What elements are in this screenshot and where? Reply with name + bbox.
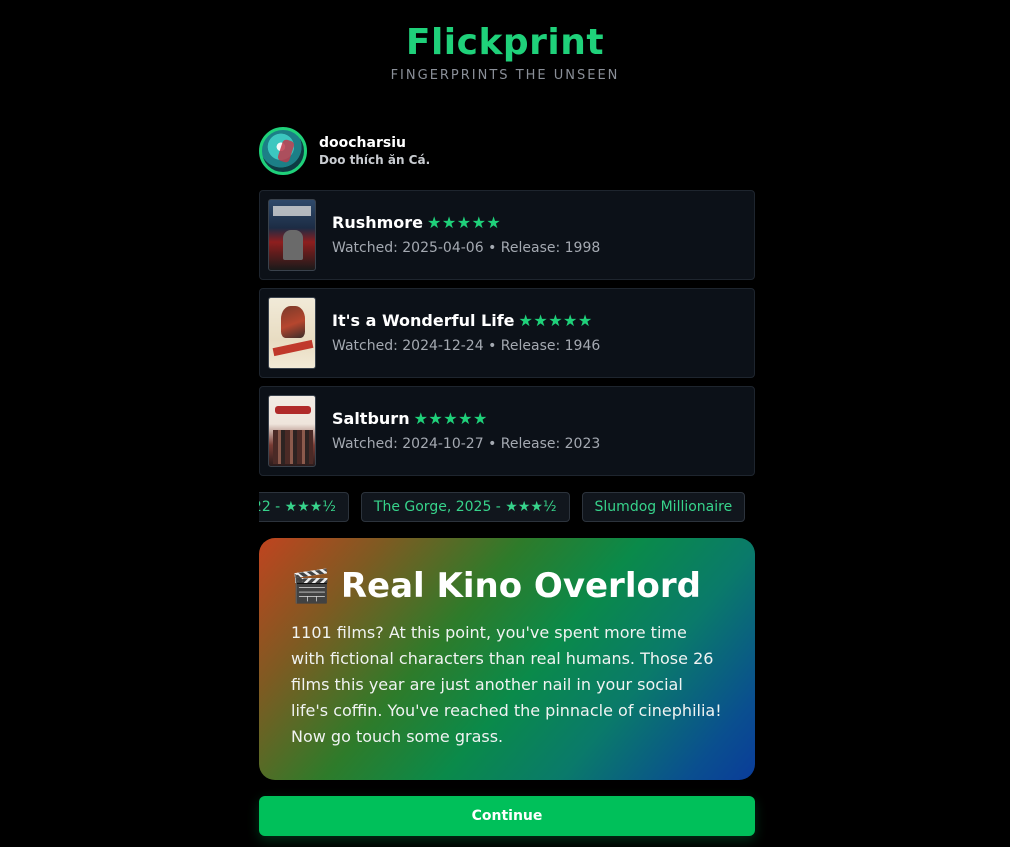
movie-card[interactable]: Saltburn ★★★★★ Watched: 2024-10-27 • Rele…: [259, 386, 755, 476]
username[interactable]: doocharsiu: [319, 134, 430, 152]
persona-title-row: 🎬 Real Kino Overlord: [291, 564, 723, 608]
recent-films-marquee: 022 - ★★★½ The Gorge, 2025 - ★★★½ Slumdo…: [259, 492, 755, 522]
profile-text: doocharsiu Doo thích ăn Cá.: [319, 134, 430, 168]
clapper-board-icon: 🎬: [291, 567, 331, 605]
movie-meta: Watched: 2024-12-24 • Release: 1946: [332, 338, 601, 354]
movie-title: Saltburn: [332, 409, 410, 428]
film-pill[interactable]: The Gorge, 2025 - ★★★½: [360, 492, 570, 522]
movie-title-row: Saltburn ★★★★★: [332, 408, 600, 430]
film-pill[interactable]: Slumdog Millionaire: [581, 492, 746, 522]
persona-title: Real Kino Overlord: [340, 566, 701, 606]
movie-title: It's a Wonderful Life: [332, 311, 515, 330]
film-pill[interactable]: 022 - ★★★½: [259, 492, 349, 522]
movie-title: Rushmore: [332, 213, 424, 232]
user-tagline: Doo thích ăn Cá.: [319, 153, 431, 167]
movie-card[interactable]: Rushmore ★★★★★ Watched: 2025-04-06 • Rele…: [259, 190, 755, 280]
persona-card: 🎬 Real Kino Overlord 1101 films? At this…: [259, 538, 755, 780]
app-subtitle: FINGERPRINTS THE UNSEEN: [390, 68, 620, 83]
avatar[interactable]: [259, 127, 307, 175]
movie-poster: [268, 199, 316, 271]
movie-card[interactable]: It's a Wonderful Life ★★★★★ Watched: 2024…: [259, 288, 755, 378]
movie-info: It's a Wonderful Life ★★★★★ Watched: 2024…: [332, 310, 600, 356]
app-title: Flickprint: [405, 22, 605, 63]
star-rating: ★★★★★: [518, 311, 593, 330]
page: Flickprint FINGERPRINTS THE UNSEEN dooch…: [0, 0, 1010, 847]
movie-title-row: It's a Wonderful Life ★★★★★: [332, 310, 600, 332]
user-profile: doocharsiu Doo thích ăn Cá.: [259, 126, 755, 176]
movie-title-row: Rushmore ★★★★★: [332, 212, 600, 234]
brand-header: Flickprint FINGERPRINTS THE UNSEEN: [0, 22, 1010, 83]
star-rating: ★★★★★: [413, 409, 488, 428]
movie-meta: Watched: 2025-04-06 • Release: 1998: [332, 240, 601, 256]
movie-info: Saltburn ★★★★★ Watched: 2024-10-27 • Rele…: [332, 408, 600, 454]
movie-poster: [268, 297, 316, 369]
movie-poster: [268, 395, 316, 467]
movie-meta: Watched: 2024-10-27 • Release: 2023: [332, 436, 601, 452]
star-rating: ★★★★★: [427, 213, 502, 232]
continue-button[interactable]: Continue: [259, 796, 755, 836]
movie-info: Rushmore ★★★★★ Watched: 2025-04-06 • Rele…: [332, 212, 600, 258]
persona-description: 1101 films? At this point, you've spent …: [291, 623, 722, 746]
pill-track: 022 - ★★★½ The Gorge, 2025 - ★★★½ Slumdo…: [259, 492, 746, 522]
